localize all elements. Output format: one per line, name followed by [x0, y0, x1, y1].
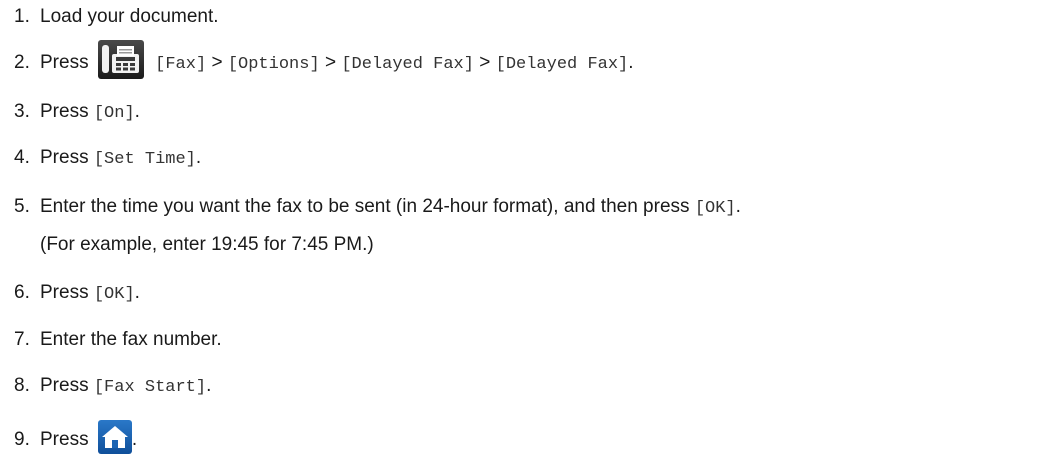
step-text: Press [Set Time]. [40, 145, 201, 173]
step-number: 6. [14, 282, 30, 303]
period: . [134, 101, 140, 122]
option-set-time: [Set Time] [93, 150, 196, 169]
step-text: Press [Fax Start]. [40, 373, 211, 401]
step-5-text: Enter the time you want the fax to be se… [40, 196, 690, 217]
step-number: 2. [14, 52, 30, 73]
step-6-press: Press [40, 282, 89, 303]
step-2-press: Press [40, 52, 89, 73]
step-text: Press [On]. [40, 99, 140, 127]
option-ok: [OK] [93, 285, 135, 304]
step-text: Press [OK]. [40, 280, 140, 308]
period: . [206, 375, 212, 396]
menu-path-delayed-fax: [Delayed Fax] [341, 55, 474, 74]
period: . [131, 429, 138, 450]
step-number: 7. [14, 329, 30, 350]
menu-path-delayed-fax-setting: [Delayed Fax] [495, 55, 629, 74]
step-number: 4. [14, 147, 30, 168]
step-text: Enter the time you want the fax to be se… [40, 194, 741, 222]
option-on: [On] [93, 104, 135, 123]
home-icon [97, 419, 132, 454]
step-text: Enter the fax number. [40, 327, 222, 353]
separator: > [479, 52, 491, 73]
step-number: 9. [14, 429, 30, 450]
separator: > [211, 52, 223, 73]
step-number: 8. [14, 375, 30, 396]
period: . [735, 196, 741, 217]
menu-path-options: [Options] [227, 55, 320, 74]
option-ok: [OK] [694, 199, 736, 218]
fax-icon [97, 39, 144, 79]
step-text: Press . [40, 419, 138, 454]
separator: > [324, 52, 337, 73]
step-3-press: Press [40, 101, 89, 122]
step-text: Press [Fax] > [Options] > [Delayed Fax] … [40, 39, 634, 79]
option-fax-start: [Fax Start] [93, 378, 207, 397]
step-text: Load your document. [40, 4, 219, 30]
step-7-text: Enter the fax number. [40, 329, 222, 350]
step-number: 1. [14, 6, 30, 27]
step-9-press: Press [40, 429, 89, 450]
step-number: 3. [14, 101, 30, 122]
period: . [195, 147, 202, 168]
step-1-text: Load your document. [40, 6, 219, 27]
period: . [134, 282, 140, 303]
menu-path-fax: [Fax] [155, 55, 207, 74]
step-number: 5. [14, 196, 30, 217]
step-4-press: Press [40, 147, 89, 168]
period: . [628, 52, 634, 73]
step-8-press: Press [40, 375, 89, 396]
step-5-example: (For example, enter 19:45 for 7:45 PM.) [40, 234, 374, 255]
